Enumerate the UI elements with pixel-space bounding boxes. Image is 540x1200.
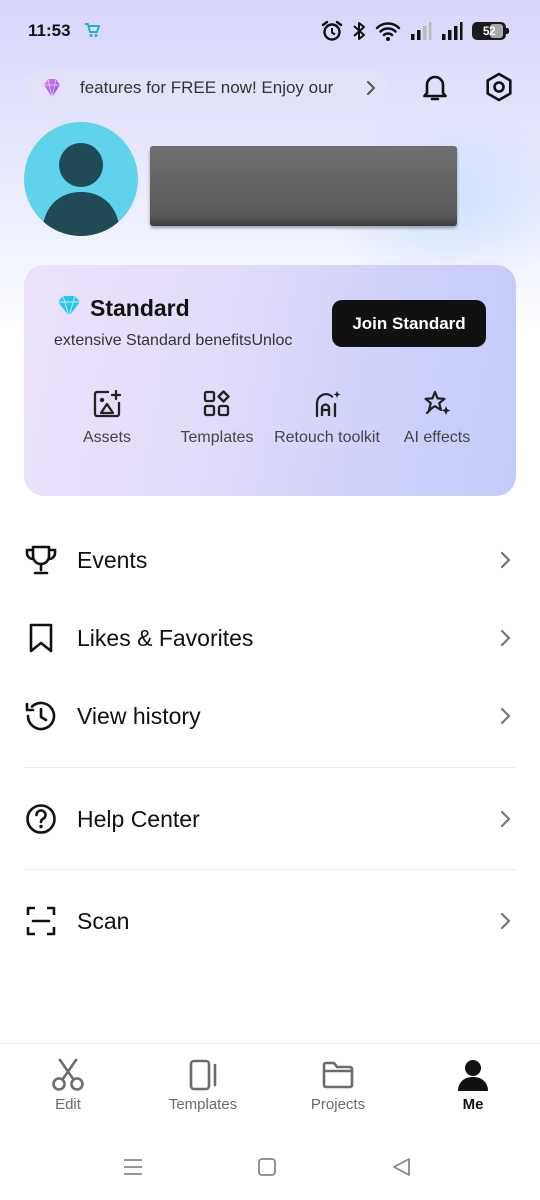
chevron-right-icon bbox=[500, 809, 512, 834]
back-icon[interactable] bbox=[388, 1154, 414, 1180]
menu-item-view-history[interactable]: View history bbox=[24, 688, 516, 744]
help-icon bbox=[24, 802, 58, 836]
signal-icon bbox=[441, 21, 463, 41]
person-icon bbox=[42, 143, 120, 236]
menu-item-scan[interactable]: Scan bbox=[24, 893, 516, 949]
feature-retouch-toolkit[interactable]: Retouch toolkit bbox=[272, 389, 382, 448]
plan-name: Standard bbox=[90, 295, 190, 321]
chevron-right-icon bbox=[500, 550, 512, 575]
home-icon[interactable] bbox=[254, 1154, 280, 1180]
feature-templates[interactable]: Templates bbox=[162, 389, 272, 448]
gem-icon bbox=[56, 295, 82, 322]
nav-label: Edit bbox=[55, 1096, 81, 1113]
chevron-right-icon bbox=[500, 706, 512, 731]
chevron-right-icon bbox=[366, 79, 376, 102]
menu-label: Events bbox=[77, 546, 148, 573]
membership-card: Standard extensive Standard benefitsUnlo… bbox=[24, 265, 516, 496]
username-redacted bbox=[150, 146, 457, 226]
template-phone-icon bbox=[184, 1056, 222, 1094]
feature-label: AI effects bbox=[403, 429, 471, 446]
nav-me[interactable]: Me bbox=[418, 1056, 528, 1113]
notifications-button[interactable] bbox=[416, 70, 454, 108]
join-standard-button[interactable]: Join Standard bbox=[332, 300, 486, 347]
folder-icon bbox=[319, 1056, 357, 1094]
avatar[interactable] bbox=[24, 122, 138, 236]
status-bar: 11:53 52 bbox=[0, 0, 540, 62]
scan-icon bbox=[24, 904, 58, 938]
ai-effects-icon bbox=[422, 389, 452, 419]
nav-edit[interactable]: Edit bbox=[13, 1056, 123, 1113]
history-icon bbox=[24, 699, 58, 733]
signal-icon bbox=[410, 21, 432, 41]
assets-icon bbox=[92, 389, 122, 419]
menu-label: Likes & Favorites bbox=[77, 624, 254, 651]
wifi-icon bbox=[375, 20, 401, 42]
menu-label: View history bbox=[77, 702, 201, 729]
promo-text: features for FREE now! Enjoy our bbox=[80, 78, 334, 97]
menu-icon[interactable] bbox=[120, 1154, 146, 1180]
bell-icon bbox=[419, 71, 451, 108]
chevron-right-icon bbox=[500, 911, 512, 936]
system-nav-bar bbox=[0, 1140, 540, 1190]
templates-icon bbox=[202, 389, 232, 419]
battery-icon: 52 bbox=[472, 22, 509, 40]
promo-banner[interactable]: features for FREE now! Enjoy our bbox=[24, 70, 390, 106]
app-cart-icon bbox=[84, 22, 100, 38]
bottom-nav: Edit Templates Projects Me bbox=[0, 1043, 540, 1123]
battery-level: 52 bbox=[482, 24, 496, 38]
feature-label: Assets bbox=[82, 429, 131, 446]
gem-icon bbox=[40, 76, 64, 100]
feature-assets[interactable]: Assets bbox=[52, 389, 162, 448]
status-time: 11:53 bbox=[28, 21, 71, 40]
divider bbox=[24, 869, 516, 870]
chevron-right-icon bbox=[500, 628, 512, 653]
menu-item-likes-favorites[interactable]: Likes & Favorites bbox=[24, 610, 516, 666]
menu-label: Help Center bbox=[77, 805, 200, 832]
feature-list: Assets Templates Retouch toolkit AI effe… bbox=[52, 389, 492, 448]
bookmark-icon bbox=[24, 621, 58, 655]
menu-item-help-center[interactable]: Help Center bbox=[24, 791, 516, 847]
benefits-text: extensive Standard benefitsUnloc bbox=[54, 332, 293, 349]
nav-label: Me bbox=[462, 1096, 484, 1113]
menu-label: Scan bbox=[77, 907, 130, 934]
feature-label: Retouch toolkit bbox=[274, 429, 380, 446]
divider bbox=[24, 767, 516, 768]
feature-ai-effects[interactable]: AI effects bbox=[382, 389, 492, 448]
retouch-icon bbox=[312, 389, 342, 419]
nav-projects[interactable]: Projects bbox=[283, 1056, 393, 1113]
menu-item-events[interactable]: Events bbox=[24, 532, 516, 588]
bluetooth-icon bbox=[352, 20, 366, 42]
nav-label: Projects bbox=[310, 1096, 366, 1113]
trophy-icon bbox=[24, 543, 58, 577]
nav-templates[interactable]: Templates bbox=[148, 1056, 258, 1113]
settings-icon bbox=[483, 71, 515, 108]
nav-label: Templates bbox=[168, 1096, 238, 1113]
person-icon bbox=[454, 1056, 492, 1094]
feature-label: Templates bbox=[180, 429, 254, 446]
settings-button[interactable] bbox=[480, 70, 518, 108]
scissors-icon bbox=[49, 1056, 87, 1094]
alarm-icon bbox=[321, 20, 343, 42]
